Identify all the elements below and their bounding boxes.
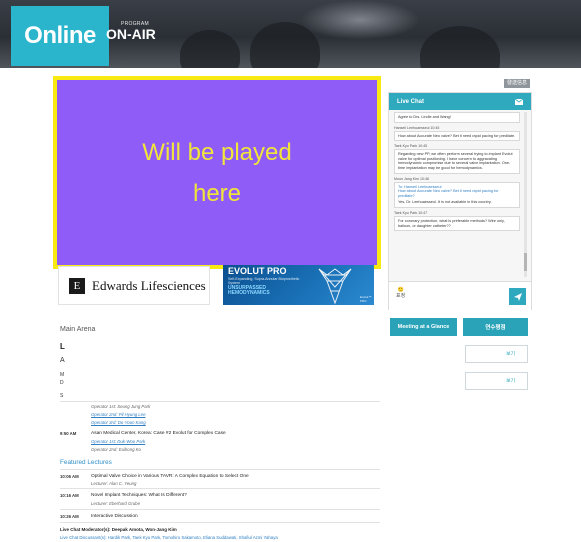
operator-line: Operator 1st: Duk-Woo Park (91, 439, 145, 444)
chat-message: Agree to Drs. Lindle and Wang! (394, 112, 520, 123)
divider (60, 401, 380, 402)
emoji-label: 표정 (396, 293, 406, 299)
operator-line: Operator 3rd: Do-Yoon Kang (91, 420, 146, 425)
operator-line: Operator 2nd: Pil Hyung Lee (91, 412, 145, 417)
view-button-2[interactable]: 보기 (465, 372, 528, 390)
background-silhouette (180, 30, 240, 68)
view-button-1[interactable]: 보기 (465, 345, 528, 363)
chat-message: How about Accurate Neo valve? Bet it nee… (394, 130, 520, 142)
evolut-title: EVOLUT PRO (228, 266, 287, 276)
chat-message-author: Taek Kyu Park 10:45 (394, 144, 428, 149)
meeting-at-a-glance-button[interactable]: Meeting at a Glance (390, 318, 457, 336)
send-icon (513, 292, 522, 301)
background-light (300, 0, 420, 40)
lecture-time: 10:16 AM (60, 493, 79, 498)
chat-message-author: Moon Jang Kim 10:46 (394, 176, 429, 181)
lecture-time: 10:06 AM (60, 474, 79, 479)
lecture-title: Novel Implant Techniques: What Is Differ… (91, 493, 187, 498)
session-title-partial: L (60, 342, 65, 351)
session-meta-partial: S (60, 393, 64, 399)
divider (60, 509, 380, 510)
lecture-title: Optimal Valve Choice in Various TAVR: A … (91, 474, 249, 479)
online-badge: Online (11, 6, 109, 66)
chat-message-author: Hanseil Leehuaesseul 10:45 (394, 125, 440, 130)
divider (60, 469, 380, 470)
edwards-name: Edwards Lifesciences (92, 277, 206, 293)
arena-label: Main Arena (60, 326, 96, 333)
sponsor-edwards-banner[interactable]: E Edwards Lifesciences (58, 266, 210, 305)
chat-message-list: Agree to Drs. Lindle and Wang! Hanseil L… (394, 112, 520, 277)
chat-message: For coronary protection, what is prefera… (394, 215, 520, 232)
chat-title: Live Chat (397, 98, 425, 105)
chat-header: Live Chat (389, 93, 531, 110)
chat-reply-quote: To: Hanseil Leehuaesseul How about Accur… (398, 184, 499, 198)
lecture-time: 10:26 AM (60, 514, 79, 519)
video-player[interactable]: Will be played here (53, 76, 381, 269)
chat-message-author: Taek Kyu Park 10:47 (394, 210, 428, 215)
case-time: 9:50 AM (60, 431, 77, 436)
session-meta-partial: M D (60, 371, 64, 387)
valve-image-icon (318, 268, 352, 305)
operator-link[interactable]: Operator 3rd: Do-Yoon Kang (91, 420, 146, 425)
session-meta-line: D (60, 380, 64, 386)
evolut-logo: Evolut™ PRO (360, 295, 372, 303)
lecturer-line: Lecturer: Alan C. Yeung (91, 481, 137, 486)
chat-discussants: Live Chat Discussant(s): Hardik Park, Ta… (60, 535, 278, 540)
session-subtitle-partial: A (60, 357, 65, 364)
chat-moderators: Live Chat Moderator(s): Deepak Amota, Wo… (60, 527, 177, 532)
program-book-button[interactable]: 연수평점 (463, 318, 528, 336)
operator-link[interactable]: Operator 1st: Duk-Woo Park (91, 439, 145, 444)
chat-reply-text: Yes, Dr. Leehuaesseul. It is not availab… (398, 200, 492, 205)
sponsor-evolut-banner[interactable]: EVOLUT PRO Self-Expanding, Supra-Annular… (223, 265, 374, 305)
lecturer-line: Lecturer: Eberhard Grube (91, 501, 140, 506)
emoji-button[interactable]: 🙂 표정 (396, 287, 405, 299)
chat-message: To: Hanseil Leehuaesseul How about Accur… (394, 181, 520, 208)
mail-icon[interactable] (515, 98, 523, 105)
top-small-button[interactable]: 發送信息 (504, 79, 530, 88)
edwards-logo-icon: E (69, 277, 85, 294)
chat-message: Regarding new PP, we often perform sever… (394, 149, 520, 174)
evolut-tagline: UNSURPASSED HEMODYNAMICS (228, 285, 270, 296)
featured-lectures-heading: Featured Lectures (60, 459, 112, 466)
operator-line: Operator 2nd: Euihong Ko (91, 447, 141, 452)
player-placeholder-text: Will be played here (142, 138, 292, 207)
divider (60, 488, 380, 489)
lecture-title: Interactive Discussion (91, 514, 138, 519)
live-chat-panel: Live Chat Agree to Drs. Lindle and Wang!… (388, 92, 532, 310)
chat-scrollbar-thumb[interactable] (524, 253, 527, 271)
session-meta-line: M (60, 372, 65, 378)
on-air-title: ON-AIR (106, 26, 156, 42)
case-title: Asan Medical Center, Korea: Case #2 Evol… (91, 431, 226, 436)
operator-line: Operator 1st: Seung Jung Park (91, 404, 151, 409)
operator-link[interactable]: Operator 2nd: Pil Hyung Lee (91, 412, 145, 417)
send-button[interactable] (509, 288, 526, 305)
chat-input-area[interactable]: 🙂 표정 (389, 281, 531, 310)
background-silhouette (420, 26, 500, 68)
divider (60, 522, 380, 523)
